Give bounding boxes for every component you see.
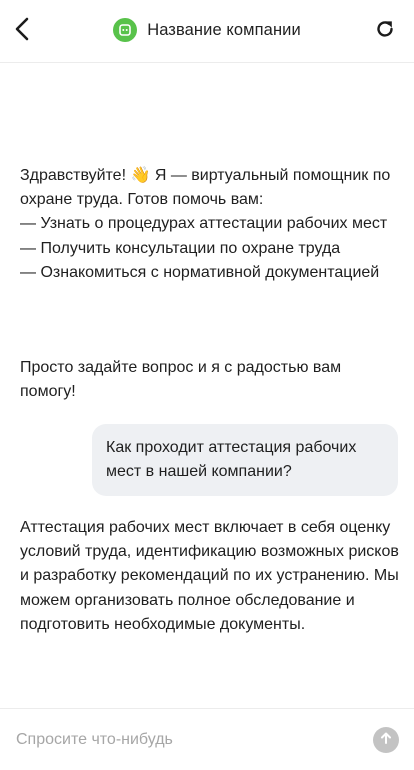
message-line: — Получить консультации по охране труда	[20, 239, 341, 257]
message-line: — Ознакомиться с нормативной документаци…	[20, 263, 380, 281]
page-title: Название компании	[147, 20, 301, 39]
assistant-answer-message: Аттестация рабочих мест включает в себя …	[20, 516, 400, 637]
chat-screen: Название компании Здравствуйте! 👋 Я — ви…	[0, 0, 414, 770]
assistant-cta-message: Просто задайте вопрос и я с радостью вам…	[20, 356, 400, 404]
header: Название компании	[0, 0, 414, 63]
message-line: Здравствуйте! 👋 Я — виртуальный помощник…	[20, 167, 391, 209]
ask-input[interactable]	[16, 723, 356, 757]
message-line: — Узнать о процедурах аттестации рабочих…	[20, 215, 388, 233]
company-title-group: Название компании	[0, 18, 414, 42]
arrow-up-icon	[379, 731, 393, 750]
user-message-bubble: Как проходит аттестация рабочих мест в н…	[92, 424, 398, 496]
refresh-icon	[374, 18, 396, 45]
user-message-text: Как проходит аттестация рабочих мест в н…	[106, 439, 357, 480]
message-line: Просто задайте вопрос и я с радостью вам…	[20, 359, 342, 401]
assistant-greeting-message: Здравствуйте! 👋 Я — виртуальный помощник…	[20, 164, 400, 285]
message-line: Аттестация рабочих мест включает в себя …	[20, 519, 399, 633]
send-button[interactable]	[373, 727, 399, 753]
company-logo-icon	[113, 18, 138, 42]
refresh-button[interactable]	[372, 18, 398, 44]
composer	[0, 708, 414, 770]
